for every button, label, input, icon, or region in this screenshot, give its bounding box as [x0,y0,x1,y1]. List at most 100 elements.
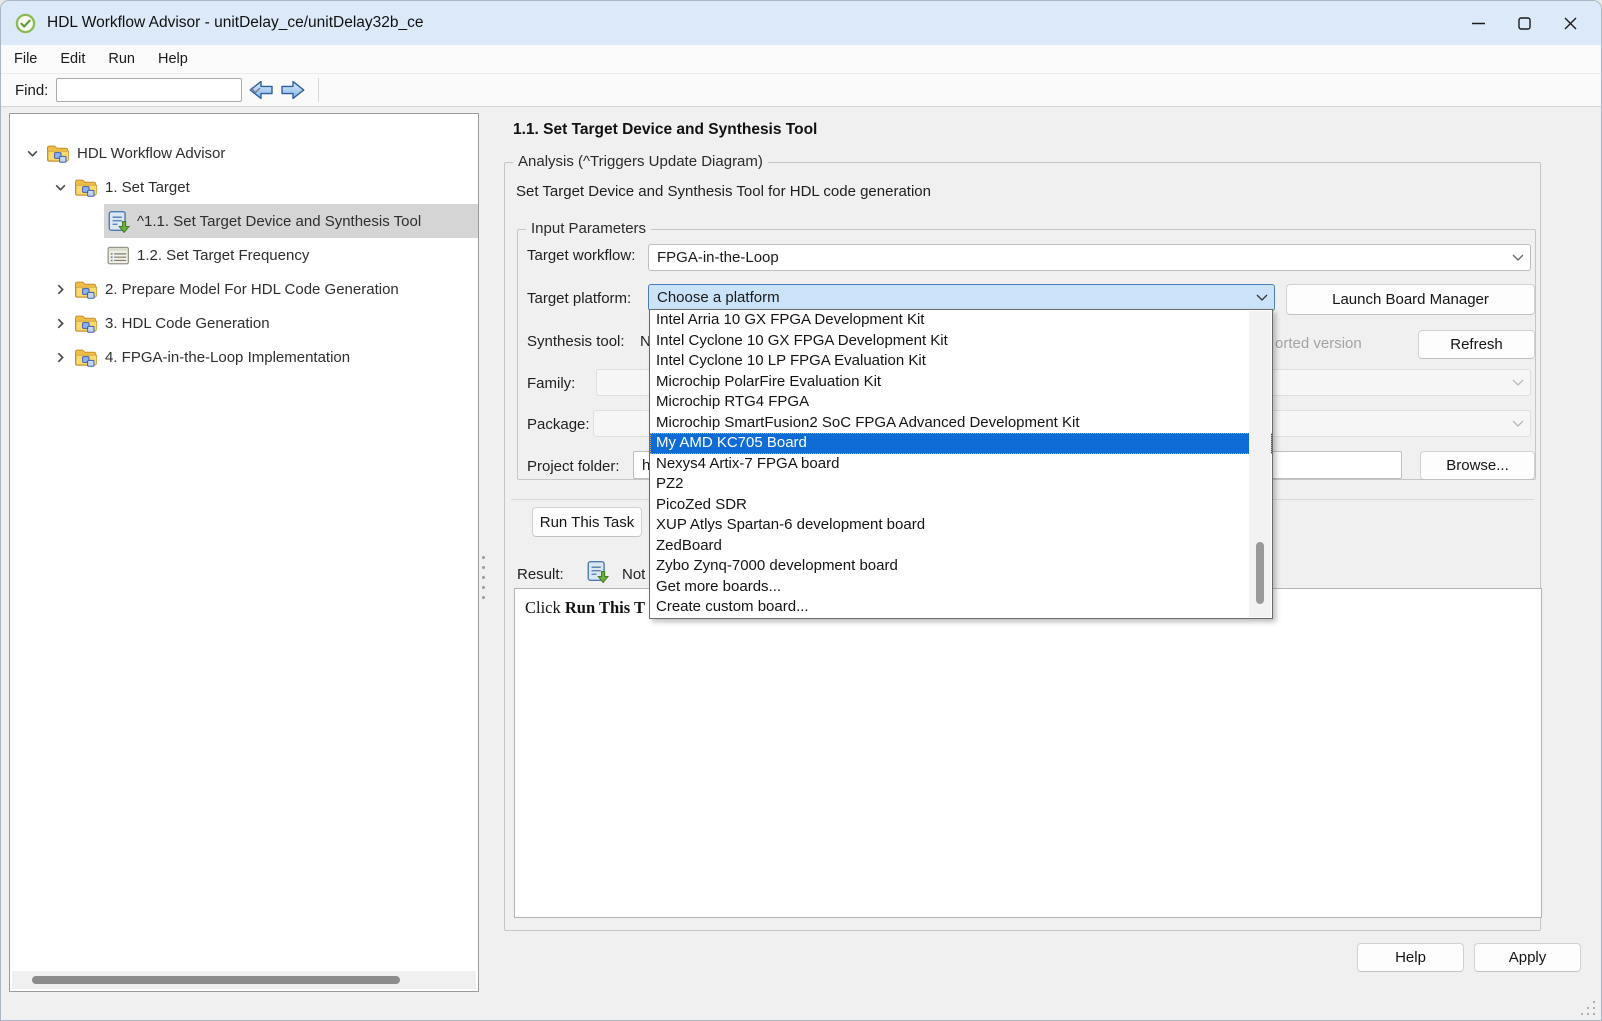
target-platform-value: Choose a platform [649,289,1250,306]
window-title: HDL Workflow Advisor - unitDelay_ce/unit… [47,14,423,32]
target-workflow-value: FPGA-in-the-Loop [649,249,1506,266]
dropdown-option[interactable]: PicoZed SDR [650,495,1272,516]
refresh-button[interactable]: Refresh [1418,330,1535,359]
find-input[interactable] [57,79,250,101]
browse-button[interactable]: Browse... [1420,451,1535,480]
tree-item[interactable]: HDL Workflow Advisor [10,136,478,170]
task-result-icon [585,559,609,583]
task-icon [106,209,130,233]
dropdown-option[interactable]: Microchip PolarFire Evaluation Kit [650,372,1272,393]
task-heading: 1.1. Set Target Device and Synthesis Too… [513,121,817,139]
folder-icon [74,175,98,199]
tree-expander-icon[interactable] [20,141,44,165]
title-bar: HDL Workflow Advisor - unitDelay_ce/unit… [1,1,1601,45]
dropdown-option[interactable]: ZedBoard [650,536,1272,557]
dropdown-option[interactable]: Intel Cyclone 10 GX FPGA Development Kit [650,331,1272,352]
window-resize-grip[interactable] [1579,999,1595,1015]
dropdown-option[interactable]: Zybo Zynq-7000 development board [650,556,1272,577]
tree-item[interactable]: 3. HDL Code Generation [10,306,478,340]
dropdown-option[interactable]: Intel Arria 10 GX FPGA Development Kit [650,310,1272,331]
tree-item[interactable]: 2. Prepare Model For HDL Code Generation [10,272,478,306]
dropdown-option[interactable]: Get more boards... [650,577,1272,598]
tree-horizontal-scrollbar[interactable] [12,971,476,989]
tree-item-body[interactable]: 1. Set Target [72,170,478,204]
target-platform-label: Target platform: [527,290,631,307]
find-combobox[interactable] [56,78,242,102]
folder-icon [74,277,98,301]
help-button[interactable]: Help [1357,943,1464,972]
tree-expander-icon[interactable] [48,311,72,335]
analysis-groupbox-legend: Analysis (^Triggers Update Diagram) [513,153,768,170]
menu-bar: File Edit Run Help [1,45,1601,74]
tree-expander-icon[interactable] [48,277,72,301]
dropdown-scrollbar-thumb[interactable] [1256,542,1264,604]
tree-expander-icon[interactable] [48,345,72,369]
main-content: HDL Workflow Advisor [1,107,1601,1020]
tree-item[interactable]: 1. Set Target [10,170,478,204]
package-label: Package: [527,416,590,433]
find-toolbar: Find: [1,74,1601,107]
menu-item[interactable]: Run [98,47,145,71]
chevron-down-icon[interactable] [1250,294,1274,302]
tree-item-label: 1. Set Target [105,179,190,196]
menu-item[interactable]: File [4,47,47,71]
tree-item-body[interactable]: 3. HDL Code Generation [72,306,478,340]
hdl-workflow-advisor-window: HDL Workflow Advisor - unitDelay_ce/unit… [0,0,1602,1021]
dropdown-option[interactable]: My AMD KC705 Board [650,433,1272,454]
synthesis-tool-label: Synthesis tool: [527,333,625,350]
dropdown-option[interactable]: Microchip RTG4 FPGA [650,392,1272,413]
tree-item-body[interactable]: ^1.1. Set Target Device and Synthesis To… [104,204,478,238]
dropdown-option[interactable]: XUP Atlys Spartan-6 development board [650,515,1272,536]
dropdown-option[interactable]: Intel Cyclone 10 LP FPGA Evaluation Kit [650,351,1272,372]
toolbar-separator [318,78,319,102]
task-description: Set Target Device and Synthesis Tool for… [516,183,931,200]
maximize-button[interactable] [1501,1,1547,45]
dropdown-option[interactable]: PZ2 [650,474,1272,495]
dropdown-option[interactable]: Microchip SmartFusion2 SoC FPGA Advanced… [650,413,1272,434]
tree-expander-icon[interactable] [48,175,72,199]
chevron-down-icon[interactable] [250,87,261,94]
find-next-button[interactable] [280,78,306,102]
tree-item-body[interactable]: 1.2. Set Target Frequency [104,238,478,272]
tree-item-label: ^1.1. Set Target Device and Synthesis To… [137,213,421,230]
menu-item[interactable]: Help [148,47,198,71]
tree-item[interactable]: ^1.1. Set Target Device and Synthesis To… [10,204,478,238]
dropdown-option[interactable]: Nexys4 Artix-7 FPGA board [650,454,1272,475]
workflow-tree: HDL Workflow Advisor [10,114,478,374]
panel-splitter[interactable] [476,517,490,637]
project-folder-label: Project folder: [527,458,620,475]
minimize-button[interactable] [1455,1,1501,45]
target-platform-dropdown-list: Intel Arria 10 GX FPGA Development Kit I… [649,309,1273,619]
result-status: Not [622,566,645,583]
find-label: Find: [15,82,48,99]
tree-item-label: 2. Prepare Model For HDL Code Generation [105,281,399,298]
chevron-down-icon [1506,379,1530,387]
tree-item-body[interactable]: HDL Workflow Advisor [44,136,478,170]
result-label: Result: [517,566,564,583]
chevron-down-icon[interactable] [1506,254,1530,262]
workflow-tree-panel: HDL Workflow Advisor [9,113,479,992]
menu-item[interactable]: Edit [50,47,95,71]
result-pane: Click Run This T [514,588,1542,918]
folder-icon [74,345,98,369]
folder-icon [46,141,70,165]
dropdown-scrollbar[interactable] [1249,311,1271,617]
tree-scrollbar-thumb[interactable] [32,976,400,984]
folder-icon [74,311,98,335]
list-icon [106,243,130,267]
run-this-task-button[interactable]: Run This Task [532,507,642,537]
tree-item-body[interactable]: 4. FPGA-in-the-Loop Implementation [72,340,478,374]
synthesis-tool-version-note: orted version [1275,335,1362,352]
tree-item-body[interactable]: 2. Prepare Model For HDL Code Generation [72,272,478,306]
launch-board-manager-button[interactable]: Launch Board Manager [1286,284,1535,315]
tree-item[interactable]: 1.2. Set Target Frequency [10,238,478,272]
dropdown-option[interactable]: Create custom board... [650,597,1272,618]
tree-item[interactable]: 4. FPGA-in-the-Loop Implementation [10,340,478,374]
target-workflow-combobox[interactable]: FPGA-in-the-Loop [648,244,1531,271]
app-check-icon [15,13,36,34]
input-parameters-legend: Input Parameters [526,220,651,237]
close-button[interactable] [1547,1,1593,45]
apply-button[interactable]: Apply [1474,943,1581,972]
tree-item-label: 1.2. Set Target Frequency [137,247,309,264]
target-platform-combobox[interactable]: Choose a platform [648,284,1275,311]
